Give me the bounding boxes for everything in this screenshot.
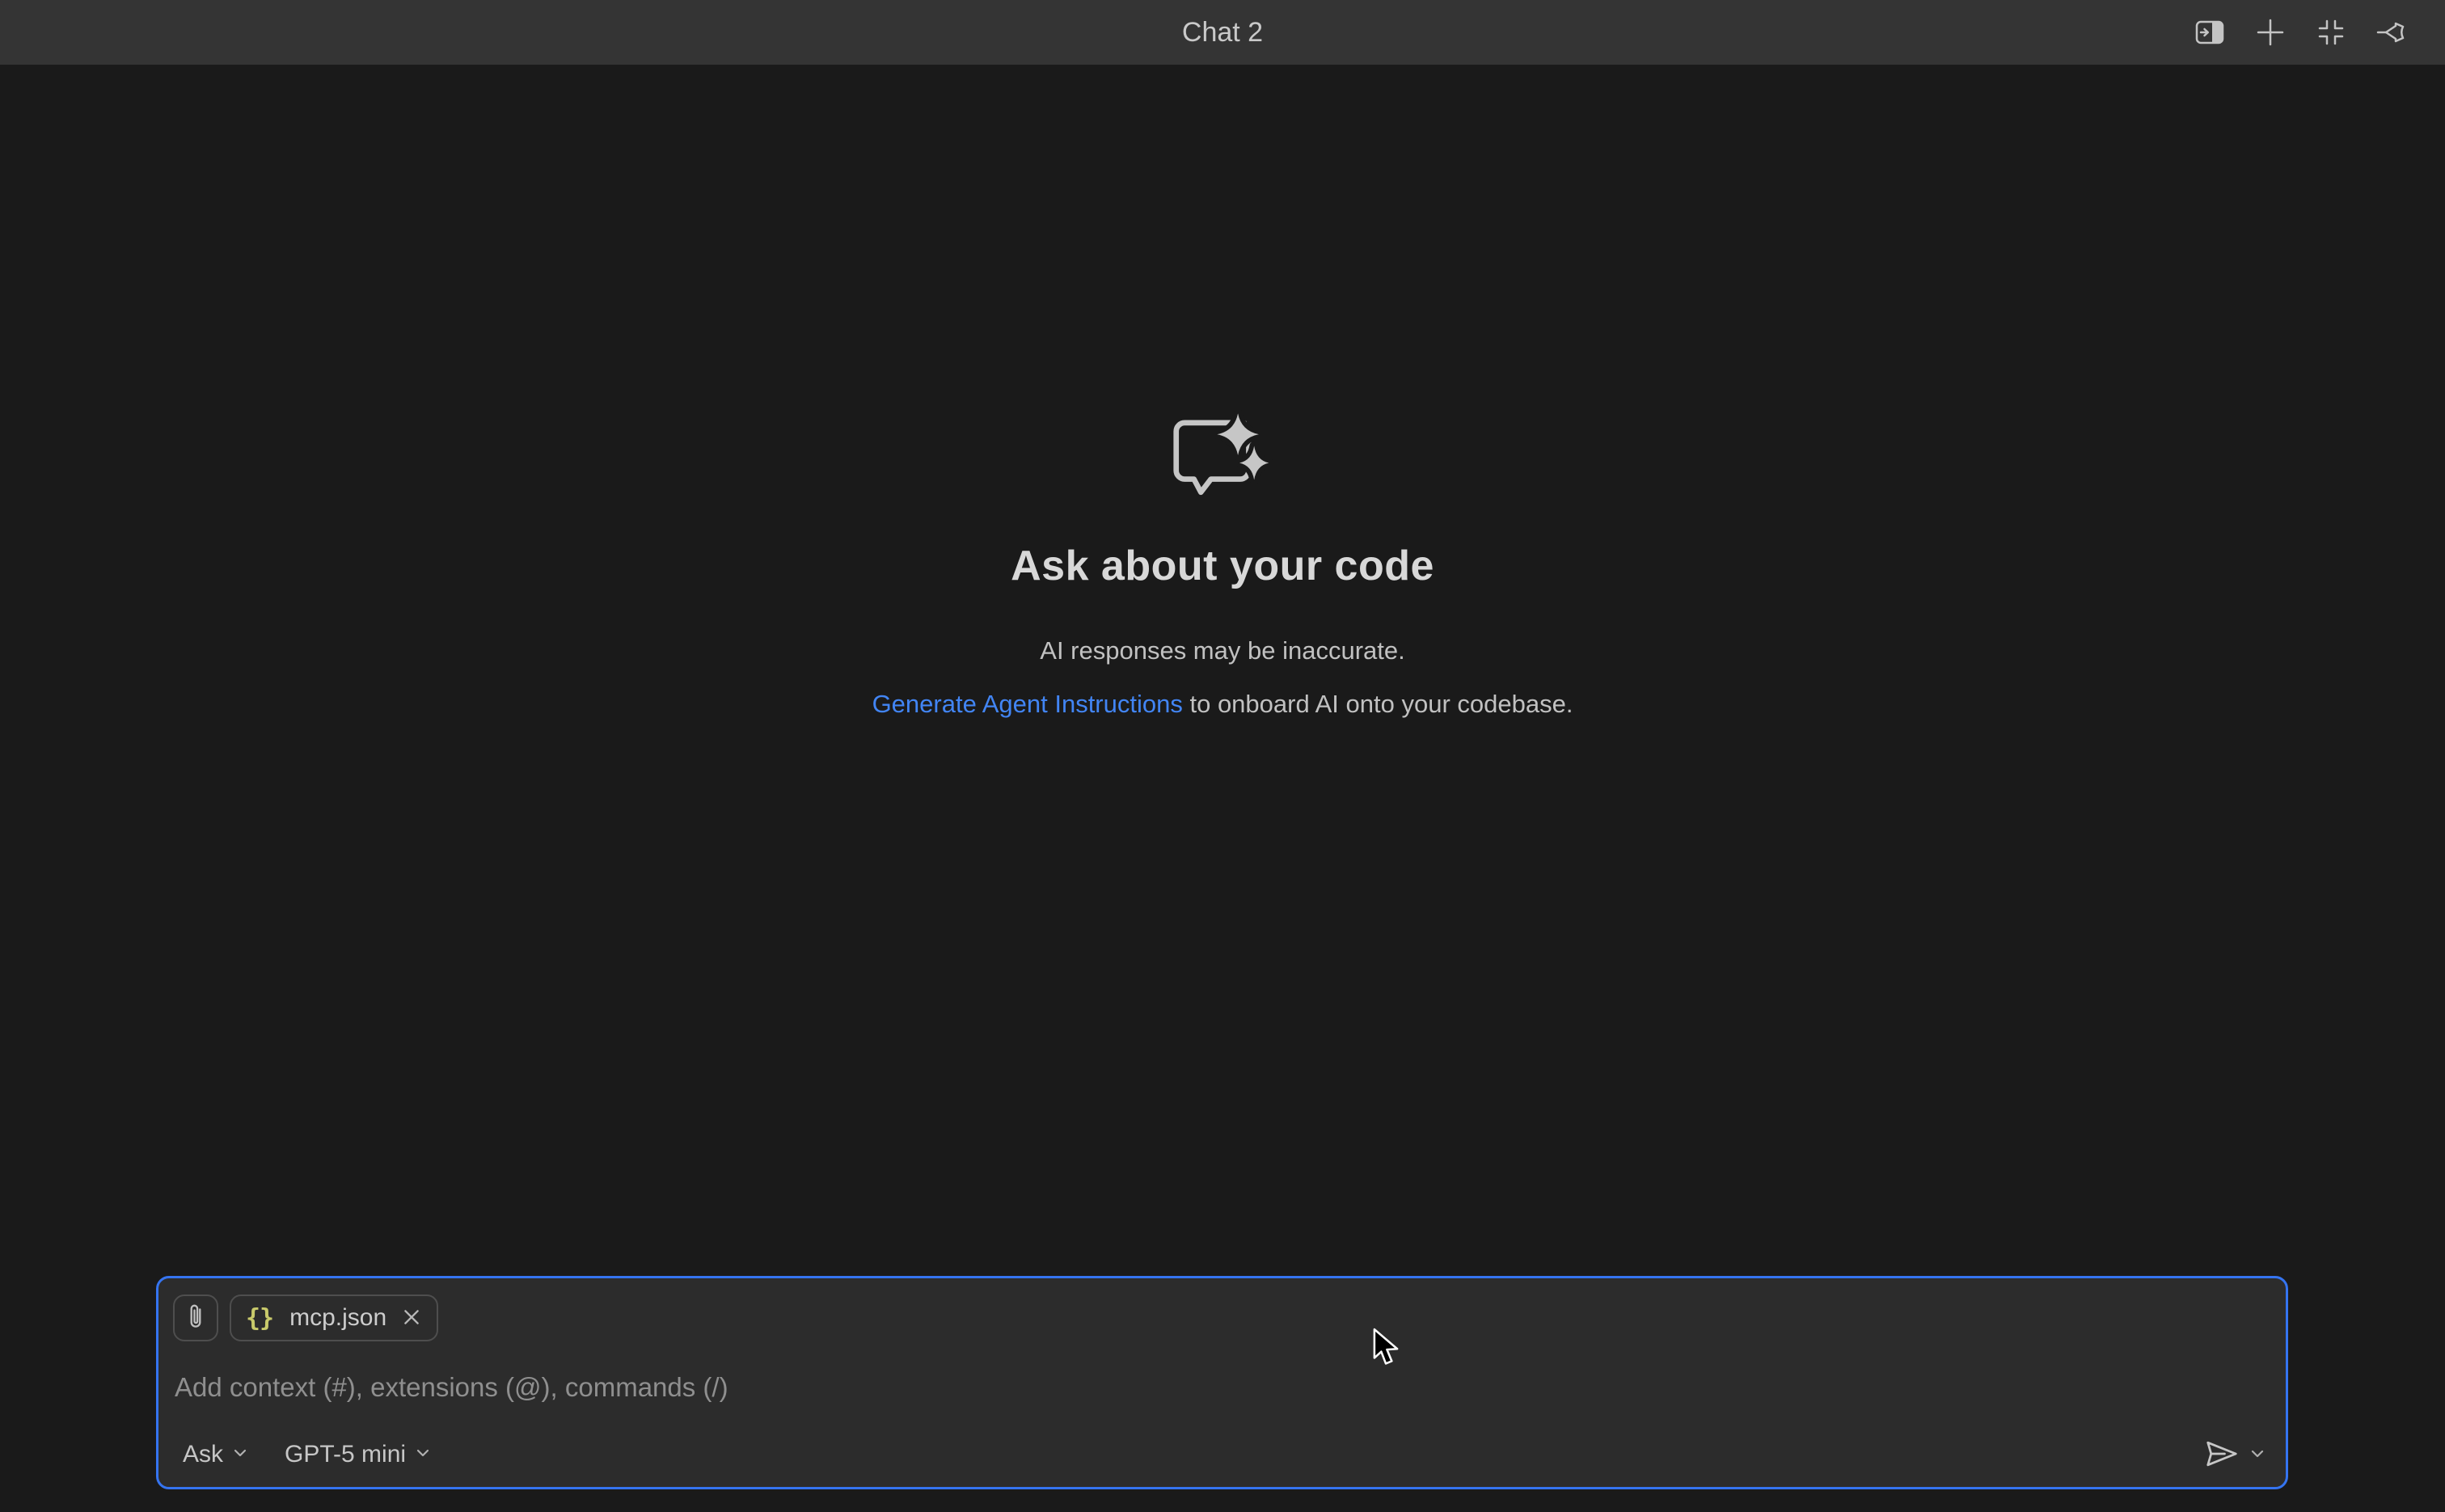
prompt-input[interactable] bbox=[173, 1368, 2271, 1407]
open-in-right-panel-button[interactable] bbox=[2192, 15, 2228, 50]
model-selector[interactable]: GPT-5 mini bbox=[285, 1441, 432, 1468]
cta-suffix-text: to onboard AI onto your codebase. bbox=[1183, 690, 1573, 718]
chat-header: Chat 2 bbox=[0, 0, 2445, 65]
chevron-down-icon bbox=[231, 1441, 249, 1468]
new-chat-button[interactable] bbox=[2253, 15, 2288, 50]
context-chip-mcp-json[interactable]: {} mcp.json bbox=[230, 1294, 438, 1341]
pin-window-button[interactable] bbox=[2374, 15, 2409, 50]
composer-panel: {} mcp.json Ask GPT-5 mini bbox=[156, 1276, 2288, 1489]
chevron-down-icon bbox=[2249, 1445, 2266, 1465]
disclaimer-text: AI responses may be inaccurate. bbox=[0, 624, 2445, 678]
pin-icon bbox=[2375, 16, 2408, 49]
close-icon bbox=[401, 1307, 422, 1330]
send-button[interactable] bbox=[2203, 1438, 2240, 1472]
paperclip-icon bbox=[185, 1303, 206, 1334]
mode-selector[interactable]: Ask bbox=[183, 1441, 249, 1468]
chat-tab-title: Chat 2 bbox=[1182, 17, 1263, 49]
send-options-button[interactable] bbox=[2249, 1445, 2266, 1465]
remove-context-button[interactable] bbox=[401, 1307, 422, 1330]
send-group bbox=[2203, 1438, 2266, 1472]
attach-context-button[interactable] bbox=[173, 1294, 218, 1341]
collapse-window-button[interactable] bbox=[2313, 15, 2349, 50]
composer-controls-row: Ask GPT-5 mini bbox=[173, 1434, 2271, 1476]
context-chip-label: mcp.json bbox=[289, 1304, 386, 1332]
collapse-icon bbox=[2315, 16, 2347, 49]
chat-empty-state: Ask about your code AI responses may be … bbox=[0, 409, 2445, 731]
send-plane-icon bbox=[2203, 1438, 2240, 1472]
cta-line: Generate Agent Instructions to onboard A… bbox=[0, 678, 2445, 731]
header-actions bbox=[2192, 0, 2409, 65]
chat-sparkle-icon bbox=[0, 409, 2445, 500]
json-file-icon: {} bbox=[246, 1304, 273, 1333]
empty-state-heading: Ask about your code bbox=[0, 537, 2445, 595]
composer-attachments-row: {} mcp.json bbox=[173, 1294, 2271, 1341]
open-in-right-panel-icon bbox=[2194, 16, 2226, 49]
chevron-down-icon bbox=[414, 1441, 432, 1468]
model-selector-label: GPT-5 mini bbox=[285, 1441, 406, 1468]
mode-selector-label: Ask bbox=[183, 1441, 223, 1468]
generate-agent-instructions-link[interactable]: Generate Agent Instructions bbox=[872, 690, 1183, 718]
plus-icon bbox=[2254, 16, 2287, 49]
